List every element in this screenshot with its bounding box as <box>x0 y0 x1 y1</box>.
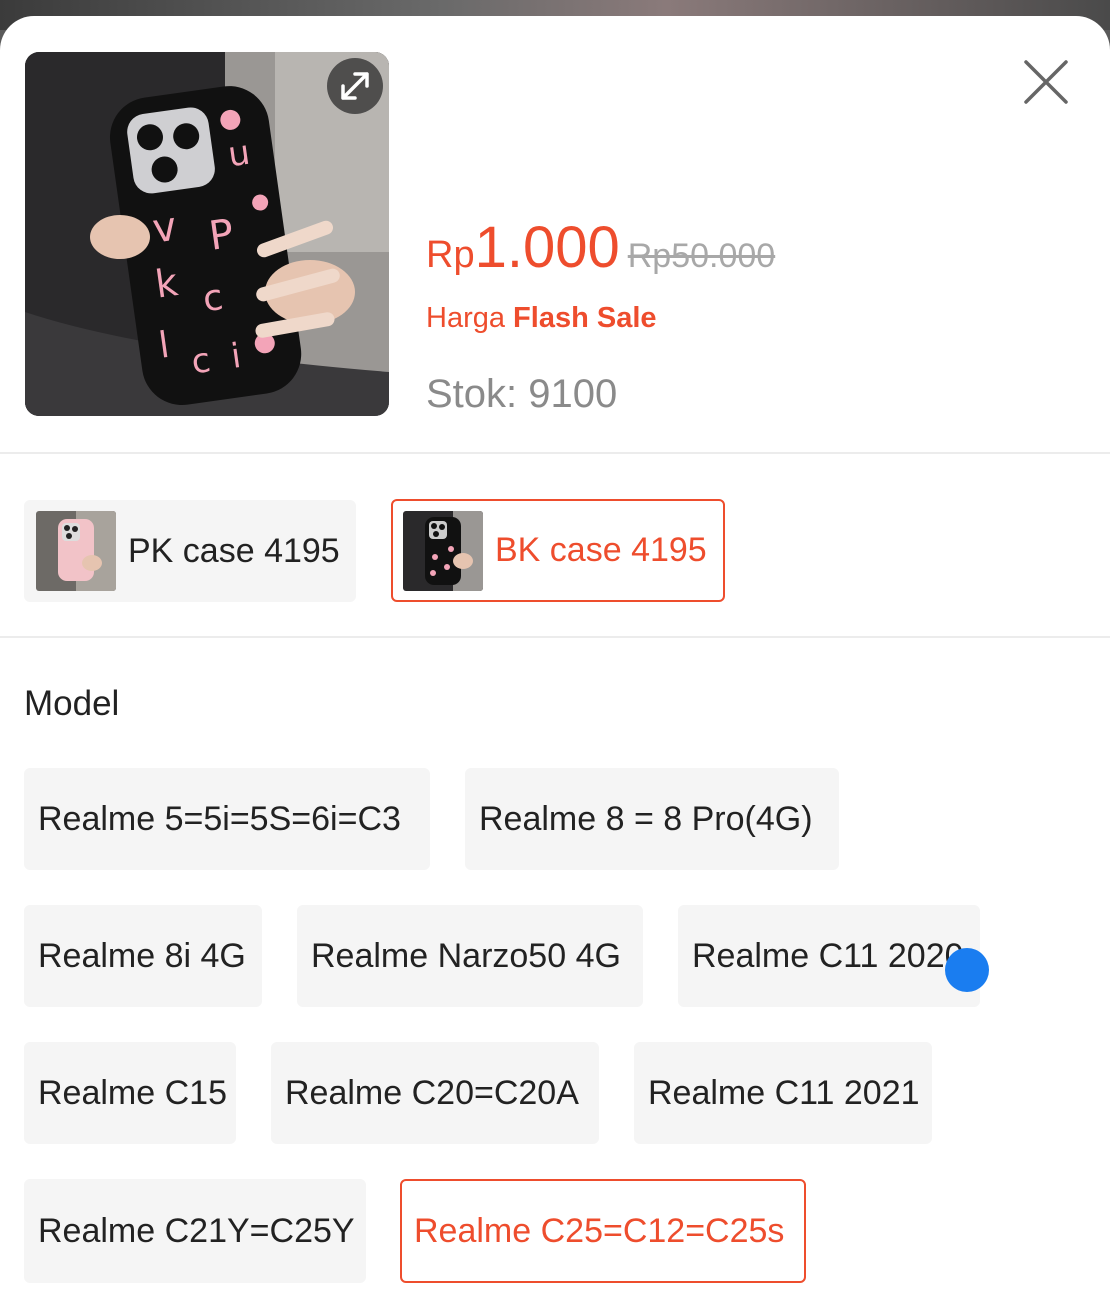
model-option[interactable]: Realme C11 2020 <box>678 905 980 1007</box>
stock-count: Stok: 9100 <box>426 372 618 416</box>
flash-sale-label: Harga Flash Sale <box>426 302 657 335</box>
variant-label: PK case 4195 <box>128 531 340 570</box>
model-option[interactable]: Realme C11 2021 <box>634 1042 932 1144</box>
model-section-title: Model <box>24 684 120 723</box>
variant-label: BK case 4195 <box>495 531 707 569</box>
product-photo: u v P k c l c i <box>25 52 389 416</box>
price-amount: 1.000 <box>474 215 620 280</box>
model-option[interactable]: Realme Narzo50 4G <box>297 905 643 1007</box>
model-option-label: Realme C11 2020 <box>692 936 964 975</box>
model-option[interactable]: Realme 8i 4G <box>24 905 262 1007</box>
expand-image-button[interactable] <box>327 58 383 114</box>
divider <box>0 452 1110 454</box>
variant-chip-bk-case[interactable]: BK case 4195 <box>391 499 725 602</box>
variant-thumbnail <box>403 510 483 591</box>
model-option-label: Realme C21Y=C25Y <box>38 1211 355 1250</box>
model-option-label: Realme C15 <box>38 1073 227 1112</box>
model-option[interactable]: Realme C21Y=C25Y <box>24 1179 366 1283</box>
variant-selection-sheet: u v P k c l c i Rp1.000 Rp50.000 Harga F… <box>0 16 1110 1296</box>
model-option-label: Realme C20=C20A <box>285 1073 579 1112</box>
model-option[interactable]: Realme 5=5i=5S=6i=C3 <box>24 768 430 870</box>
model-option[interactable]: Realme C15 <box>24 1042 236 1144</box>
model-option-label: Realme 8i 4G <box>38 936 246 975</box>
divider <box>0 636 1110 638</box>
model-option[interactable]: Realme C20=C20A <box>271 1042 599 1144</box>
model-option-label: Realme C25=C12=C25s <box>414 1211 785 1250</box>
variant-thumbnail <box>36 511 116 591</box>
touch-indicator <box>945 948 989 992</box>
model-option-label: Realme 5=5i=5S=6i=C3 <box>38 799 401 838</box>
model-option-label: Realme Narzo50 4G <box>311 936 621 975</box>
model-option-label: Realme C11 2021 <box>648 1073 920 1112</box>
variant-chip-pk-case[interactable]: PK case 4195 <box>24 500 356 602</box>
model-option-selected[interactable]: Realme C25=C12=C25s <box>400 1179 806 1283</box>
close-button[interactable] <box>1018 54 1074 110</box>
price: Rp1.000 Rp50.000 <box>426 214 775 281</box>
product-image[interactable]: u v P k c l c i <box>25 52 389 416</box>
close-icon <box>1024 60 1068 104</box>
price-currency: Rp <box>426 234 475 276</box>
model-option-label: Realme 8 = 8 Pro(4G) <box>479 799 813 838</box>
flash-label-prefix: Harga <box>426 302 514 334</box>
expand-icon <box>341 72 369 100</box>
original-price: Rp50.000 <box>627 237 776 275</box>
model-option[interactable]: Realme 8 = 8 Pro(4G) <box>465 768 839 870</box>
flash-label-bold: Flash Sale <box>513 302 657 334</box>
